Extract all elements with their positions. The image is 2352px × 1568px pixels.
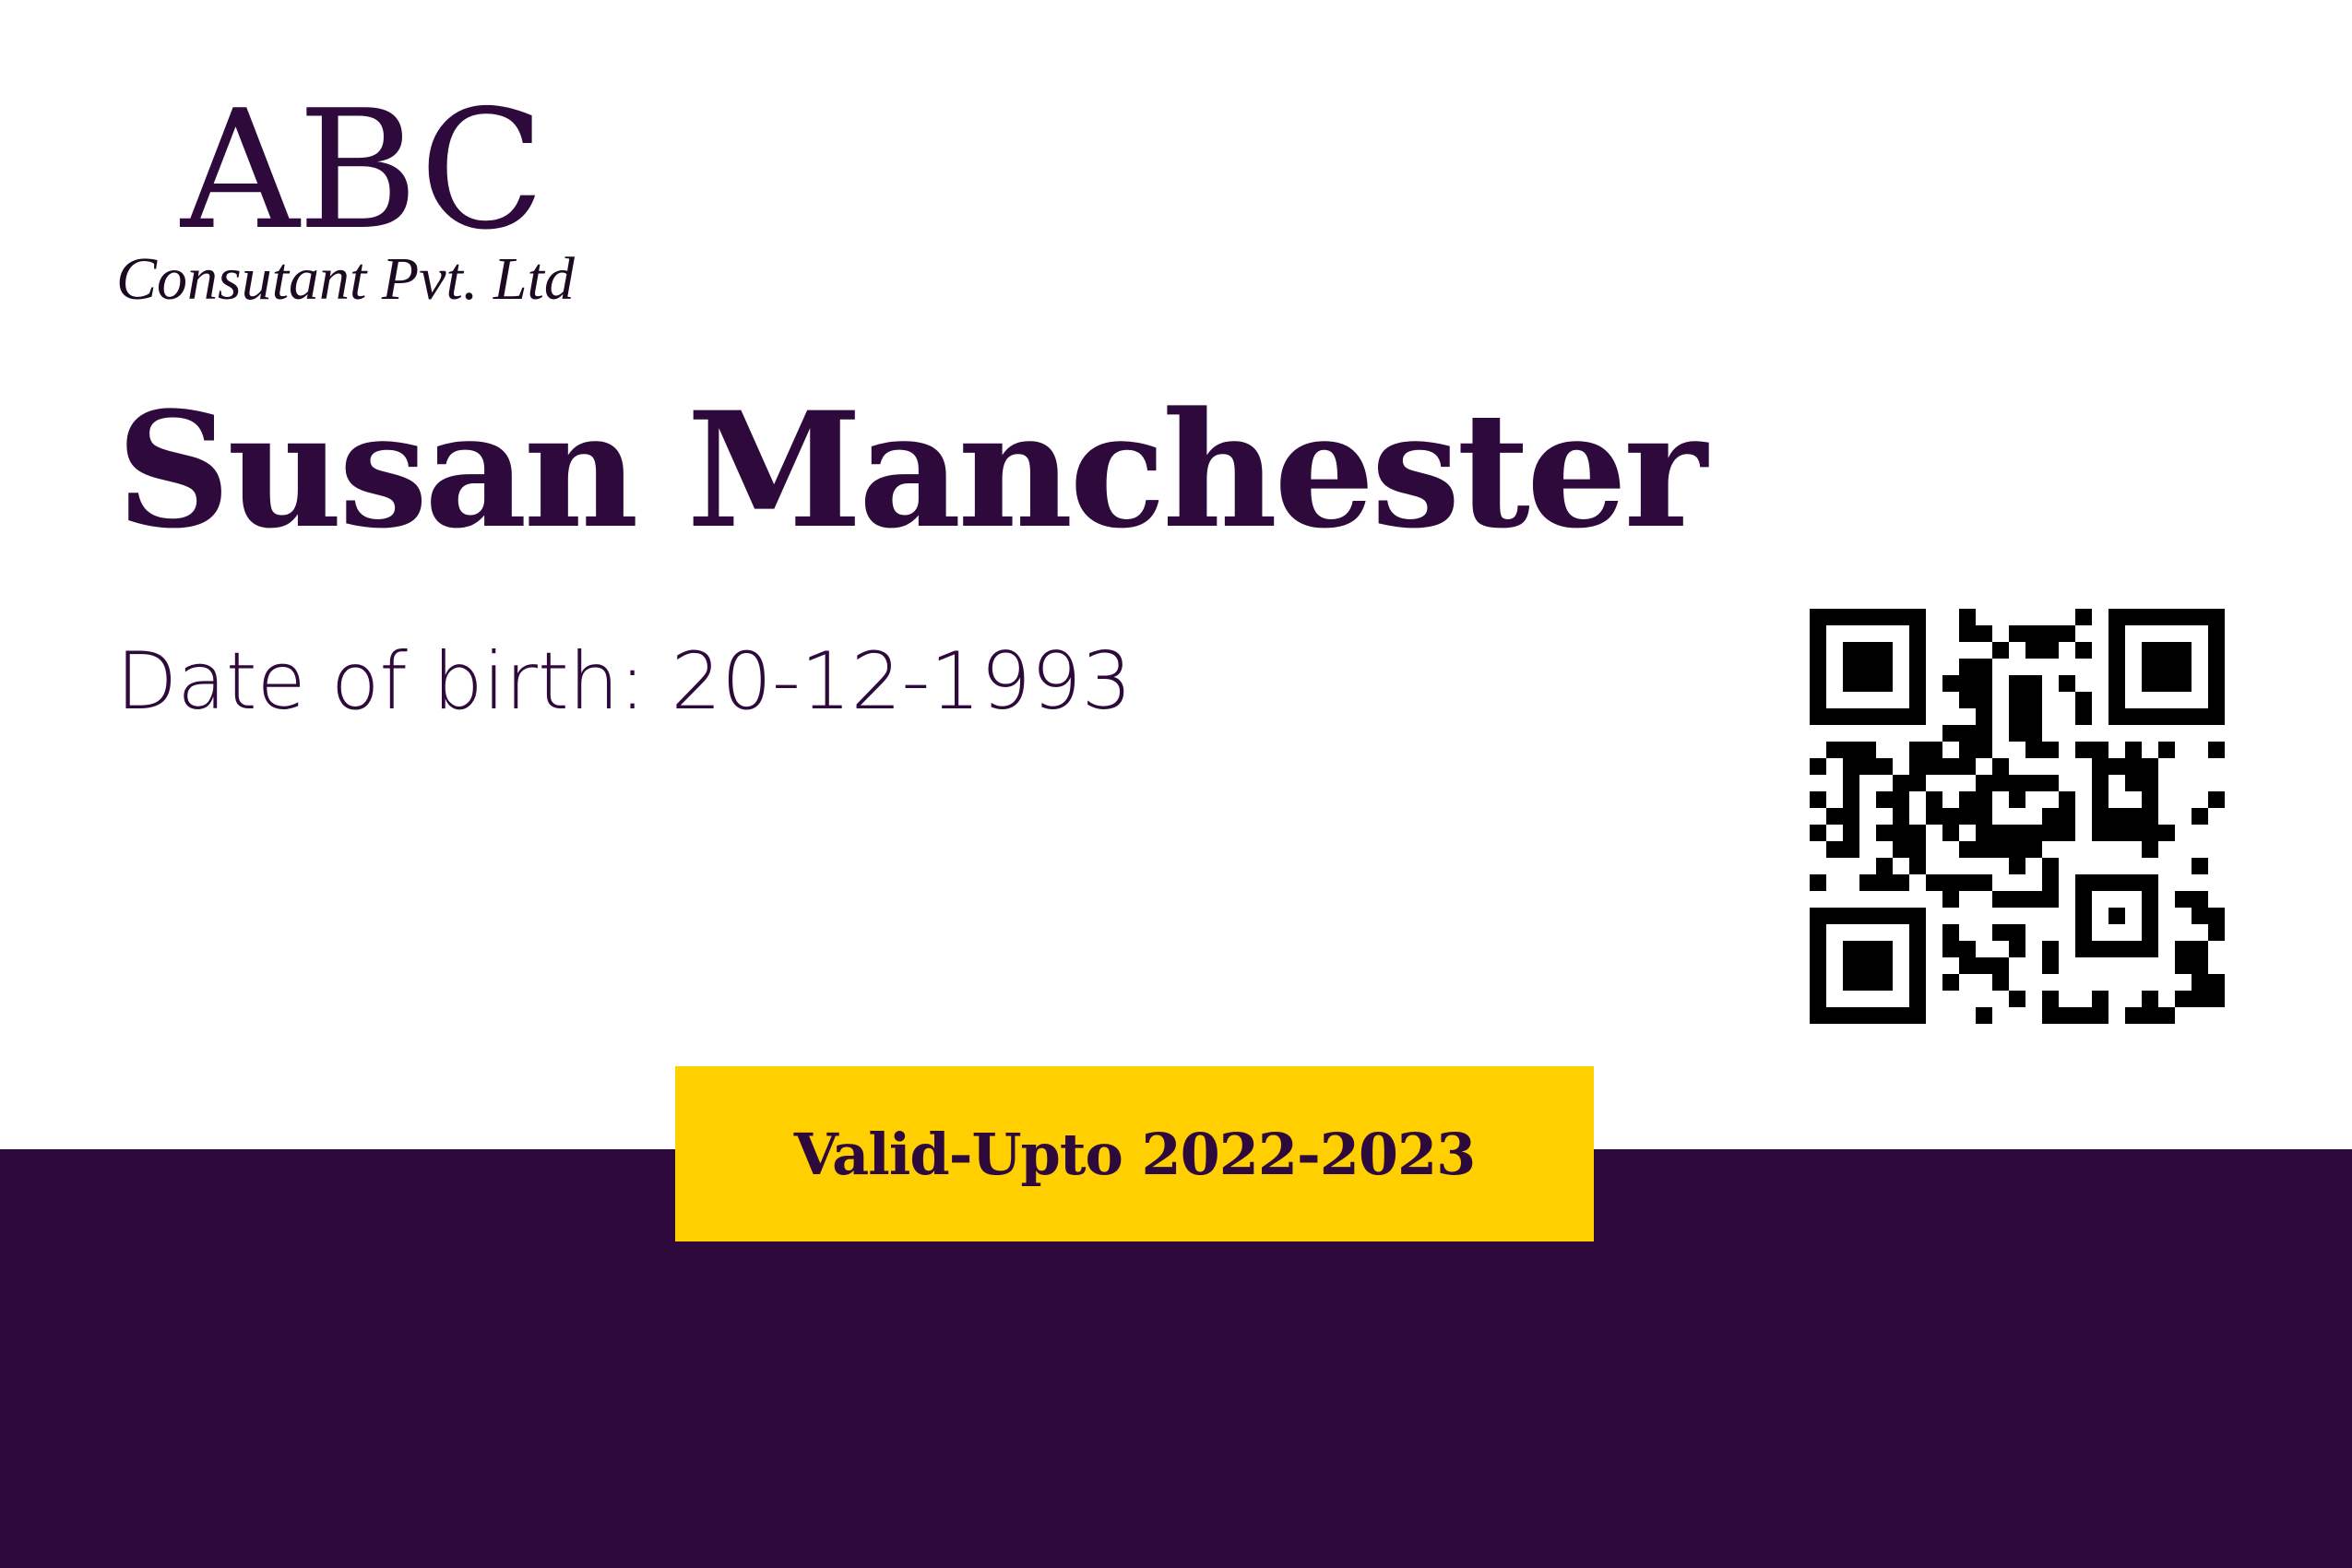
qr-code-icon bbox=[1810, 609, 2225, 1024]
validity-text: Valid-Upto 2022-2023 bbox=[793, 1120, 1477, 1188]
company-logo-subtitle: Consutant Pvt. Ltd bbox=[116, 245, 575, 313]
company-logo-name: ABC bbox=[181, 75, 545, 266]
holder-name: Susan Manchester bbox=[116, 376, 1707, 564]
validity-badge: Valid-Upto 2022-2023 bbox=[675, 1066, 1594, 1241]
id-card: ABC Consutant Pvt. Ltd Susan Manchester … bbox=[0, 0, 2352, 1568]
date-of-birth: Date of birth: 20-12-1993 bbox=[116, 636, 1133, 728]
